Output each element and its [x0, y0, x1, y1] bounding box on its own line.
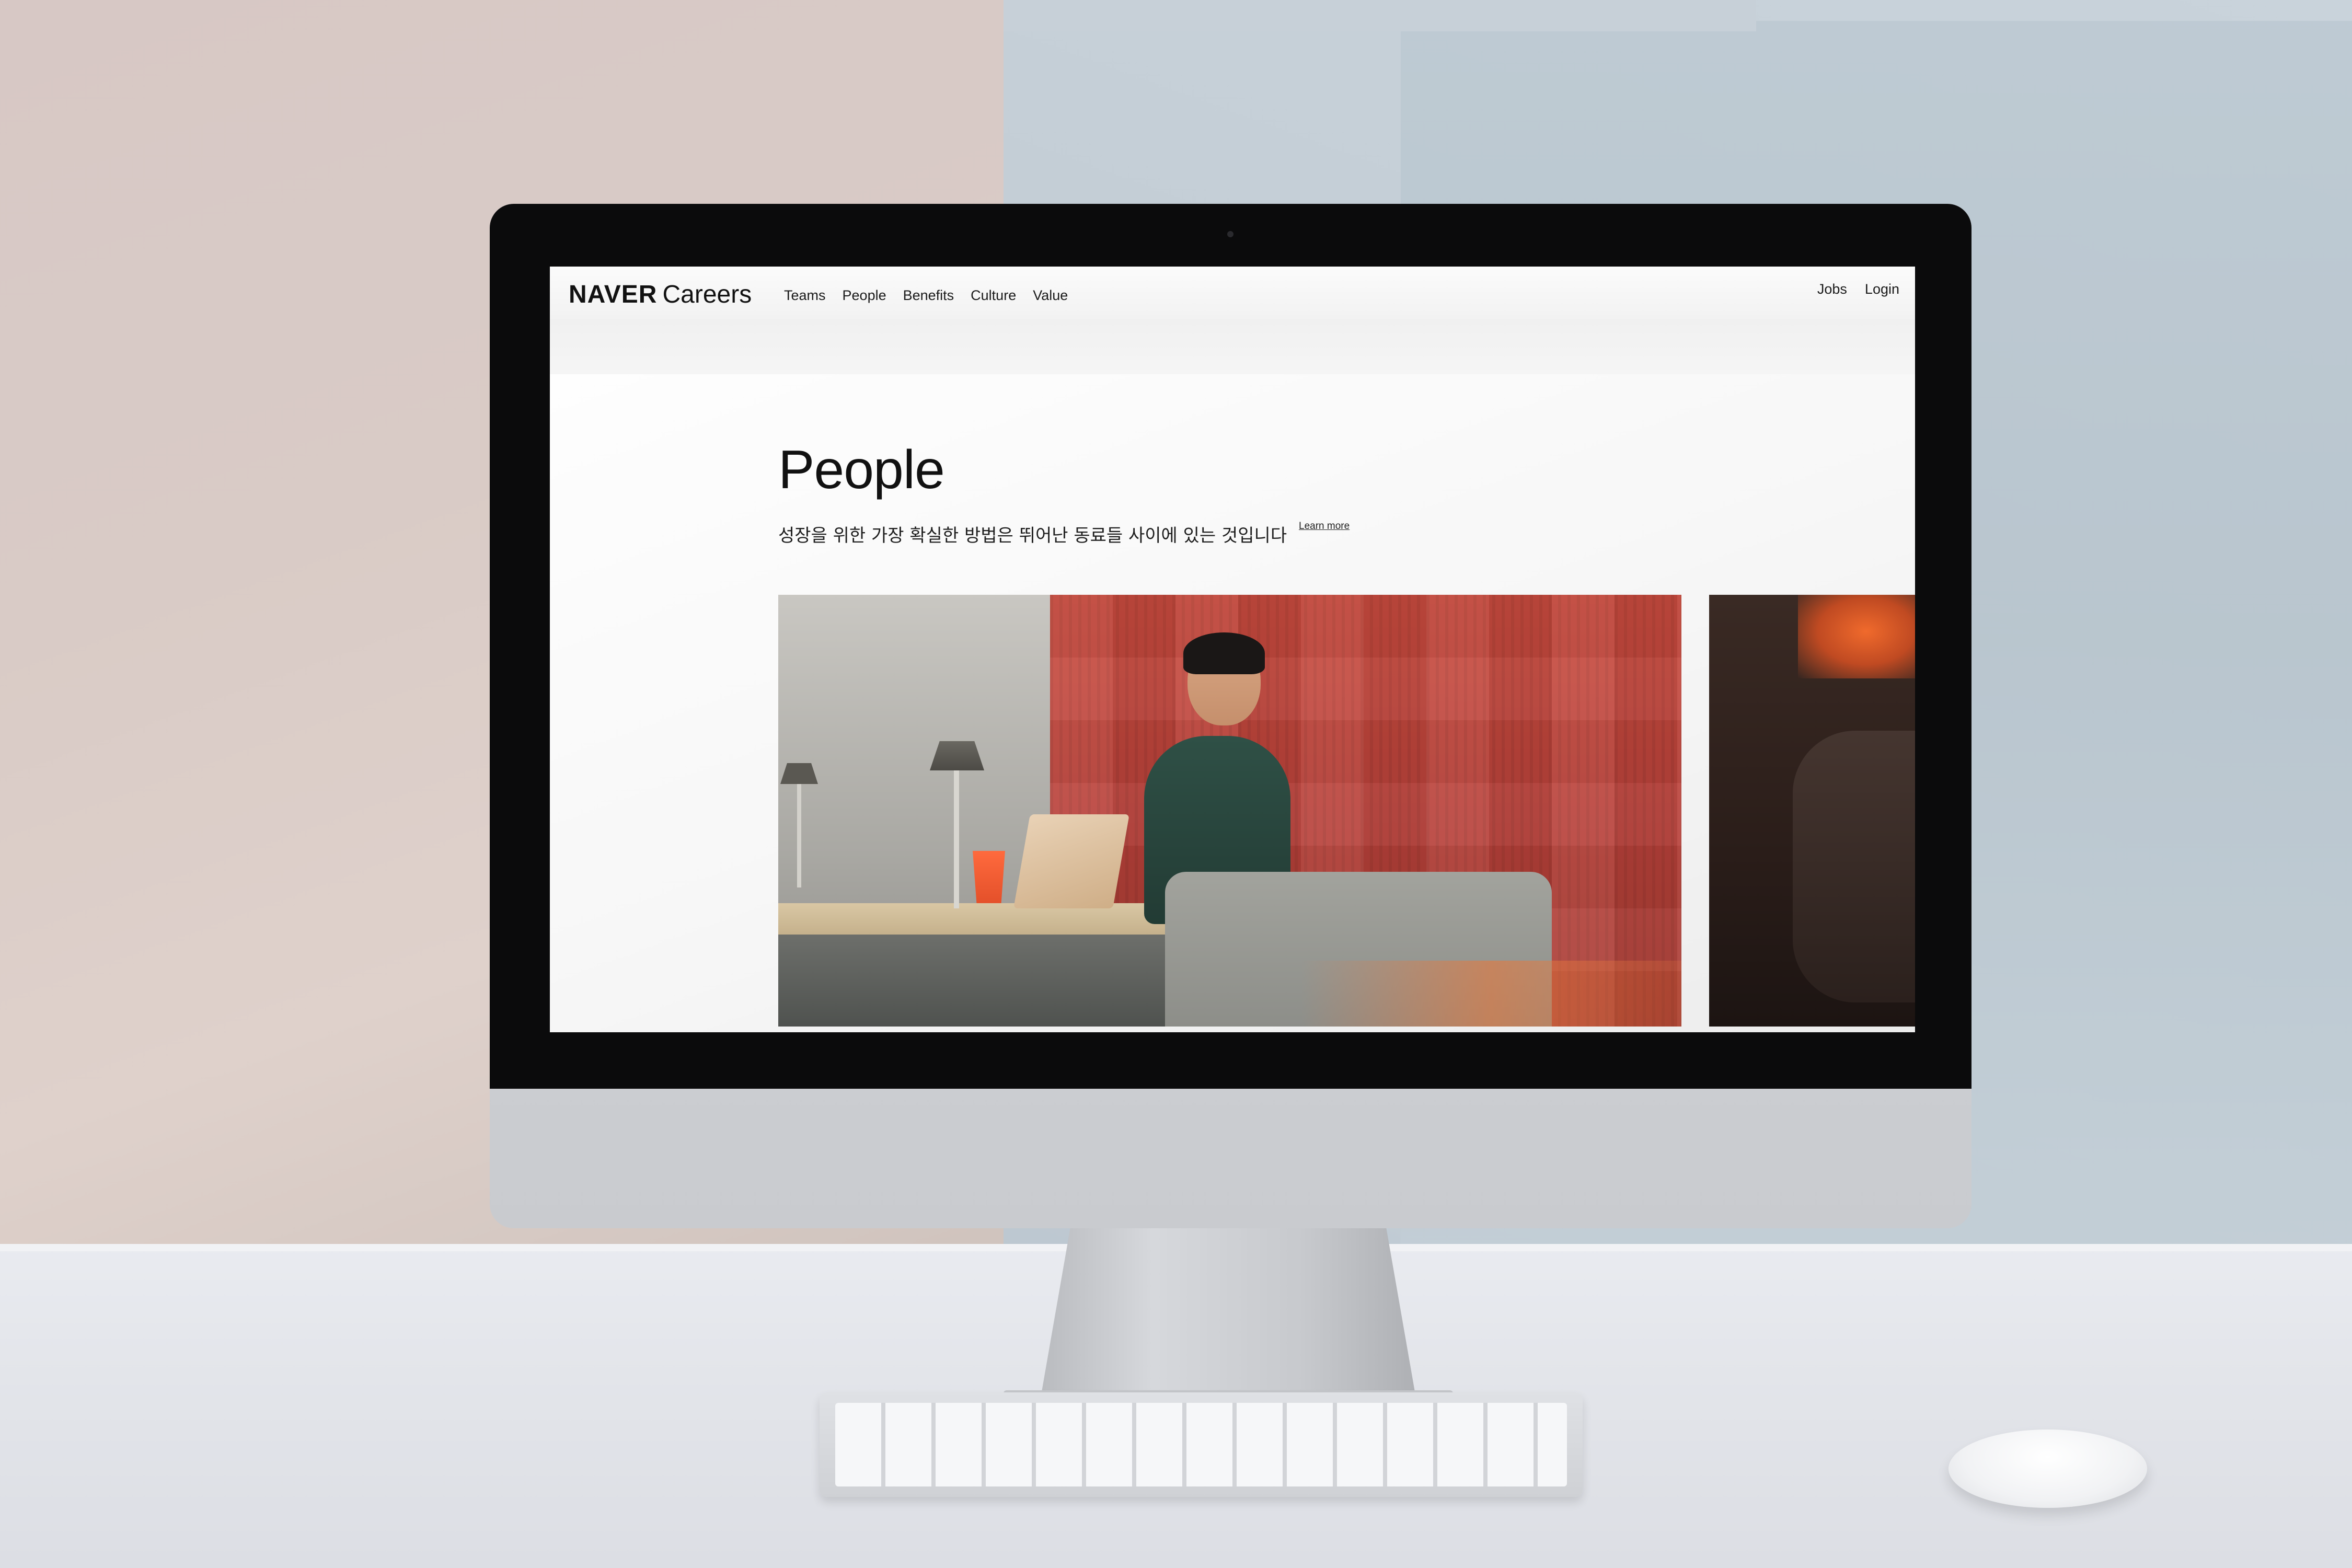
learn-more-link[interactable]: Learn more [1299, 521, 1350, 532]
photo-lamp-stem [954, 767, 959, 908]
nav-link-benefits[interactable]: Benefits [903, 287, 954, 304]
nav-link-people[interactable]: People [843, 287, 886, 304]
photo-glow [1301, 961, 1681, 1027]
nav-link-jobs[interactable]: Jobs [1817, 281, 1847, 297]
photo-laptop [1013, 814, 1129, 908]
browser-screen: NAVER Careers Teams People Benefits Cultu… [550, 267, 1915, 1032]
main-nav-links: Teams People Benefits Culture Value [784, 287, 1068, 304]
keyboard [820, 1392, 1583, 1497]
mouse [1949, 1429, 2147, 1508]
people-photo-card[interactable] [778, 595, 1681, 1027]
monitor-stand [1040, 1228, 1416, 1401]
nav-link-culture[interactable]: Culture [971, 287, 1016, 304]
site-logo[interactable]: NAVER Careers [569, 280, 752, 309]
top-navigation: NAVER Careers Teams People Benefits Cultu… [550, 267, 1915, 319]
photo-scene: NAVER Careers Teams People Benefits Cultu… [0, 0, 2352, 1568]
people-photo-card-next[interactable] [1709, 595, 1915, 1027]
nav-link-teams[interactable]: Teams [784, 287, 826, 304]
account-nav-links: Jobs Login [1817, 281, 1899, 297]
nav-link-value[interactable]: Value [1033, 287, 1068, 304]
camera-icon [1227, 231, 1233, 237]
photo-lamp-back-stem [797, 783, 801, 887]
keyboard-keys [835, 1403, 1567, 1486]
background-wall-top [1004, 0, 1756, 31]
header-band [550, 319, 1915, 374]
photo2-glow [1798, 595, 1915, 678]
photo-person-hair [1183, 632, 1265, 674]
logo-brand: NAVER [569, 281, 658, 308]
nav-link-login[interactable]: Login [1865, 281, 1899, 297]
page-title: People [778, 440, 945, 500]
photo2-shape [1793, 731, 1915, 1002]
logo-suffix: Careers [662, 281, 752, 308]
page-subtitle: 성장을 위한 가장 확실한 방법은 뛰어난 동료들 사이에 있는 것입니다 [778, 525, 1287, 546]
photo-cup [973, 851, 1005, 903]
